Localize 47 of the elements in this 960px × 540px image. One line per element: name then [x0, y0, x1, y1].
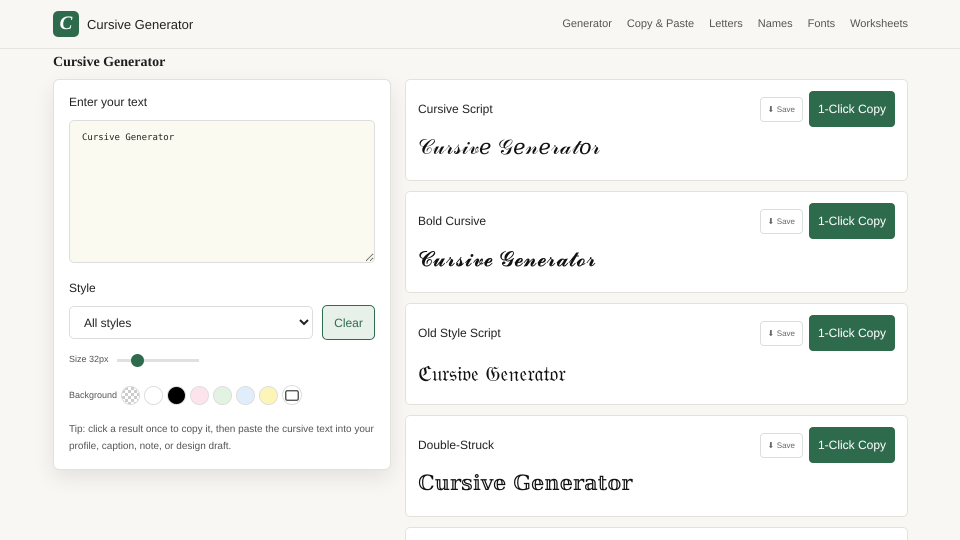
copy-button[interactable]: 1-Click Copy	[808, 203, 895, 239]
style-label: Style	[69, 281, 97, 295]
color-swatch[interactable]	[213, 386, 232, 404]
cursive-output[interactable]: 𝒞𝓊𝓇𝓈𝒾𝓋𝑒 𝒢𝑒𝓃𝑒𝓇𝒶𝓉𝑜𝓇	[418, 135, 895, 159]
color-swatch[interactable]	[167, 386, 186, 404]
result-card[interactable]: Old Style Script ⬇ Save 1-Click Copy ℭ𝔲𝔯𝔰𝔦𝔳𝔢 𝔊𝔢𝔫𝔢𝔯𝔞𝔱𝔬𝔯	[405, 303, 908, 405]
copy-button[interactable]: 1-Click Copy	[808, 91, 895, 127]
tip-text: Tip: click a result once to copy it, then paste the cursive text into your profile, caption, note, or design draft.	[69, 423, 375, 454]
result-card[interactable]: Double-Struck ⬇ Save 1-Click Copy ℂ𝕦𝕣𝕤𝕚𝕧𝕖 𝔾𝕖𝕟𝕖𝕣𝕒𝕥𝕠𝕣	[405, 415, 908, 517]
color-swatch[interactable]	[236, 386, 256, 404]
text-input-field[interactable]: Cursive Generator	[69, 120, 375, 263]
frame-icon	[285, 390, 300, 400]
style-name: Double-Struck	[418, 438, 494, 452]
nav-link[interactable]: Worksheets	[850, 18, 908, 30]
nav-link[interactable]: Names	[758, 18, 793, 30]
cursive-output[interactable]: ℂ𝕦𝕣𝕤𝕚𝕧𝕖 𝔾𝕖𝕟𝕖𝕣𝕒𝕥𝕠𝕣	[418, 471, 895, 495]
color-swatch[interactable]	[259, 386, 278, 404]
copy-button[interactable]: 1-Click Copy	[808, 427, 895, 463]
nav-link[interactable]: Letters	[709, 18, 743, 30]
transparent-swatch[interactable]	[121, 386, 140, 404]
style-name: Cursive Script	[418, 102, 493, 116]
style-name: Bold Cursive	[418, 214, 486, 228]
nav-link[interactable]: Fonts	[808, 18, 836, 30]
result-card[interactable]: Cursive Script ⬇ Save 1-Click Copy 𝒞𝓊𝓇𝓈𝒾𝓋𝑒 𝒢𝑒𝓃𝑒𝓇𝒶𝓉𝑜𝓇	[405, 79, 908, 181]
style-name: Old Style Script	[418, 326, 501, 340]
clear-button[interactable]: Clear	[322, 305, 375, 340]
background-label: Background	[69, 390, 118, 400]
nav-link[interactable]: Generator	[562, 18, 612, 30]
site-name[interactable]: Cursive Generator	[87, 16, 194, 32]
color-swatch[interactable]	[190, 386, 210, 404]
result-card[interactable]: Bold Cursive ⬇ Save 1-Click Copy 𝓒𝓾𝓻𝓼𝓲𝓿𝓮 𝓖𝓮𝓷𝓮𝓻𝓪𝓽𝓸𝓻	[405, 191, 908, 293]
copy-button[interactable]: 1-Click Copy	[808, 315, 895, 351]
cursive-output[interactable]: 𝓒𝓾𝓻𝓼𝓲𝓿𝓮 𝓖𝓮𝓷𝓮𝓻𝓪𝓽𝓸𝓻	[418, 247, 895, 271]
slider-thumb[interactable]	[130, 354, 144, 367]
cursive-output[interactable]: ℭ𝔲𝔯𝔰𝔦𝔳𝔢 𝔊𝔢𝔫𝔢𝔯𝔞𝔱𝔬𝔯	[418, 359, 895, 387]
input-label: Enter your text	[69, 95, 148, 109]
save-button[interactable]: ⬇ Save	[760, 96, 803, 122]
size-label: Size 32px	[69, 354, 109, 364]
nav-link[interactable]: Copy & Paste	[626, 18, 694, 30]
style-dropdown[interactable]: All styles	[69, 306, 313, 339]
save-button[interactable]: ⬇ Save	[760, 208, 803, 234]
custom-background-button[interactable]	[282, 385, 302, 405]
save-button[interactable]: ⬇ Save	[760, 432, 803, 458]
color-swatch[interactable]	[144, 386, 164, 404]
logo-icon[interactable]: C	[53, 11, 79, 37]
page-title: Cursive Generator	[53, 55, 166, 71]
save-button[interactable]: ⬇ Save	[760, 320, 803, 346]
